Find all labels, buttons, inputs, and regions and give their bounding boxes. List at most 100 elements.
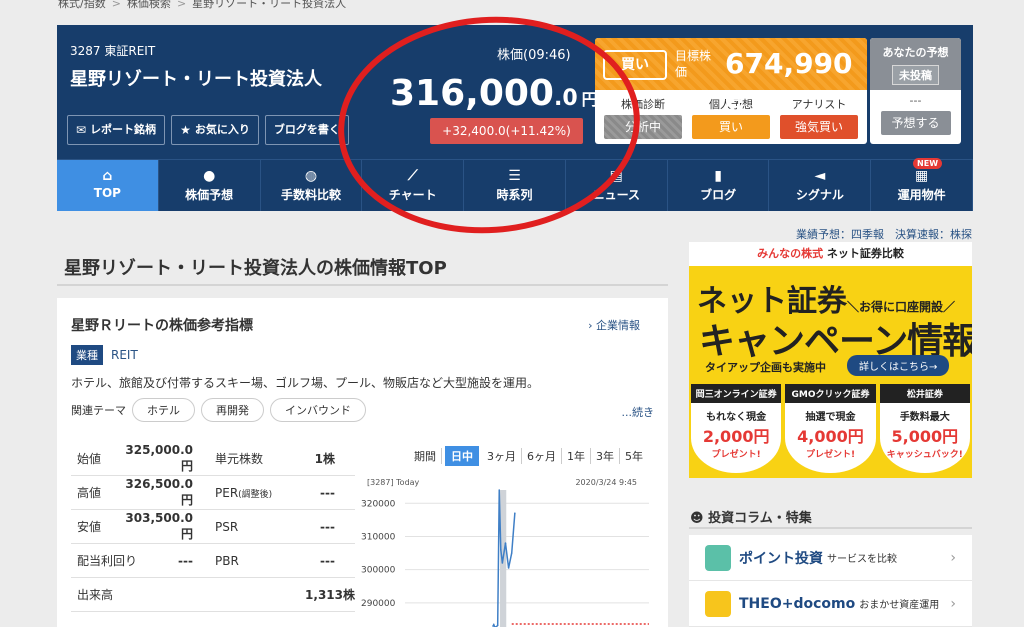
chat-icon: ● [203,168,216,184]
tab-forecast[interactable]: ● 株価予想 [159,160,261,211]
industry-link[interactable]: REIT [111,348,138,362]
period-3m[interactable]: 3ヶ月 [482,448,522,464]
period-3y[interactable]: 3年 [591,448,620,464]
period-6m[interactable]: 6ヶ月 [522,448,562,464]
card-title: 星野Ｒリートの株価参考指標 [71,318,253,334]
period-intraday[interactable]: 日中 [445,446,479,466]
price-point [514,512,516,515]
tab-timeseries[interactable]: ☰ 時系列 [464,160,566,211]
more-themes-link[interactable]: ...続き [622,404,655,420]
list-icon: ☰ [508,168,521,184]
mail-icon: ✉ [76,123,87,137]
period-label: 期間 [409,448,442,464]
ad-tieup: タイアップ企画も実施中 [705,361,826,374]
price-point [501,562,504,564]
ad-details-button[interactable]: 詳しくはこちら→ [847,355,950,376]
company-description: ホテル、旅館及び付帯するスキー場、ゴルフ場、プール、物販店など大型施設を運用。 [71,376,540,390]
y-tick-label: 320000 [361,499,396,509]
tab-properties[interactable]: NEW ▦ 運用物件 [871,158,974,211]
ad-offers: 岡三オンライン証券 もれなく現金 2,000円 プレゼント! GMOクリック証券 抽選で… [691,384,970,473]
stock-diagnosis[interactable]: 株価診断 分析中 [599,96,687,139]
y-tick-label: 290000 [361,599,396,609]
ad-offer: GMOクリック証券 抽選で現金 4,000円 プレゼント! [785,384,876,473]
column-divider [689,527,972,529]
breadcrumb: 株式/指数 > 株価検索 > 星野リゾート・リート投資法人 [58,0,346,11]
header-buttons: ✉ レポート銘柄 ★ お気に入り ブログを書く [67,115,349,145]
chevron-right-icon: › [950,549,956,566]
forecast-box: 買い 目標株価 674,990円 株価診断 分析中 個人予想 買い アナリスト 強気買… [595,38,867,144]
price-change-badge: +32,400.0(+11.42%) [430,118,583,144]
tab-chart[interactable]: ⟋ チャート [362,160,465,211]
stats-row: 安値 303,500.0円 PSR --- [71,510,355,544]
price-point [507,567,510,569]
current-price: 316,000.0 円 [390,73,598,114]
my-forecast-box: あなたの予想 未投稿 --- 予想する [870,38,961,144]
industry-row: 業種 REIT [71,345,138,365]
stock-tabs: ⌂ TOP ● 株価予想 ◍ 手数料比較 ⟋ チャート ☰ 時系列 ▤ ニュース ▮ ブログ … [57,158,974,211]
period-1y[interactable]: 1年 [562,448,591,464]
theme-chip[interactable]: ホテル [132,398,195,422]
ad-offer: 松井証券 手数料最大 5,000円 キャッシュバック! [879,384,970,473]
company-name: 星野リゾート・リート投資法人 [70,69,322,90]
intraday-chart: 320000310000300000290000280000 [361,489,649,627]
period-5y[interactable]: 5年 [620,448,648,464]
ad-offer: 岡三オンライン証券 もれなく現金 2,000円 プレゼント! [691,384,782,473]
chevron-right-icon: › [950,595,956,612]
column-item-point[interactable]: ポイント投資 サービスを比較 › [689,535,972,581]
breadcrumb-link[interactable]: 株式/指数 [58,0,106,10]
megaphone-icon: ◄ [814,168,826,184]
theme-row: 関連テーマ ホテル 再開発 インバウンド [71,398,366,422]
new-badge: NEW [913,158,943,169]
column-item-theo[interactable]: THEO+docomo おまかせ資産運用 › [689,581,972,627]
data-source-links[interactable]: 業績予想：四季報 決算速報：株探 [796,226,972,242]
write-blog-button[interactable]: ブログを書く [264,115,349,145]
stats-row: 高値 326,500.0円 PER(調整後) --- [71,476,355,510]
stock-info-card: 星野Ｒリートの株価参考指標 › 企業情報 業種 REIT ホテル、旅館及び付帯す… [57,298,668,627]
tab-top[interactable]: ⌂ TOP [57,160,159,211]
price-point [492,623,495,626]
building-icon: ▦ [915,168,929,184]
star-icon: ★ [180,123,191,137]
price-point [510,552,513,554]
target-price: 674,990円 [725,47,853,110]
my-forecast-status: 未投稿 [892,65,939,85]
section-title: 星野リゾート・リート投資法人の株価情報TOP [64,258,447,279]
period-selector: 期間 日中 3ヶ月 6ヶ月 1年 3年 5年 [409,446,648,466]
breadcrumb-current: 星野リゾート・リート投資法人 [192,0,347,10]
target-price-label: 目標株価 [675,49,712,79]
column-title: ☻ 投資コラム・特集 [690,511,812,526]
price-point [496,624,499,627]
broker-campaign-ad[interactable]: みんなの株式 ネット証券比較 ネット証券＼お得に口座開設／ キャンペーン情報 タ… [689,242,972,478]
tab-blog[interactable]: ▮ ブログ [668,160,770,211]
company-info-link[interactable]: › 企業情報 [588,317,640,333]
bag-icon: ◍ [304,168,318,184]
point-icon [705,544,731,571]
y-tick-label: 310000 [361,532,396,542]
tab-news[interactable]: ▤ ニュース [566,160,668,211]
section-divider [57,284,668,286]
theme-chip[interactable]: 再開発 [201,398,264,422]
theme-label: 関連テーマ [71,404,126,417]
industry-badge: 業種 [71,345,103,365]
make-forecast-button[interactable]: 予想する [880,111,951,135]
stats-row: 出来高 1,313株 [71,578,355,612]
price-point [498,489,501,491]
favorite-button[interactable]: ★ お気に入り [171,115,259,145]
ad-logo: みんなの株式 [757,247,824,260]
price-point [504,542,507,544]
breadcrumb-link[interactable]: 株価検索 [127,0,171,10]
book-icon: ▮ [714,168,722,184]
rating-badge: 買い [603,50,667,80]
news-icon: ▤ [609,168,623,184]
stock-code: 3287 東証REIT [70,44,156,58]
tab-fee-compare[interactable]: ◍ 手数料比較 [261,160,363,211]
stats-row: 始値 325,000.0円 単元株数 1株 [71,442,355,476]
theme-chip[interactable]: インバウンド [270,398,366,422]
column-list: ポイント投資 サービスを比較 › THEO+docomo おまかせ資産運用 › [689,535,972,627]
tab-signal[interactable]: ◄ シグナル [769,160,872,211]
chart-icon: ⟋ [407,168,418,184]
report-button[interactable]: ✉ レポート銘柄 [67,115,166,145]
price-point [500,548,502,551]
theo-icon [705,590,731,617]
price-label: 株価(09:46) [497,48,571,63]
